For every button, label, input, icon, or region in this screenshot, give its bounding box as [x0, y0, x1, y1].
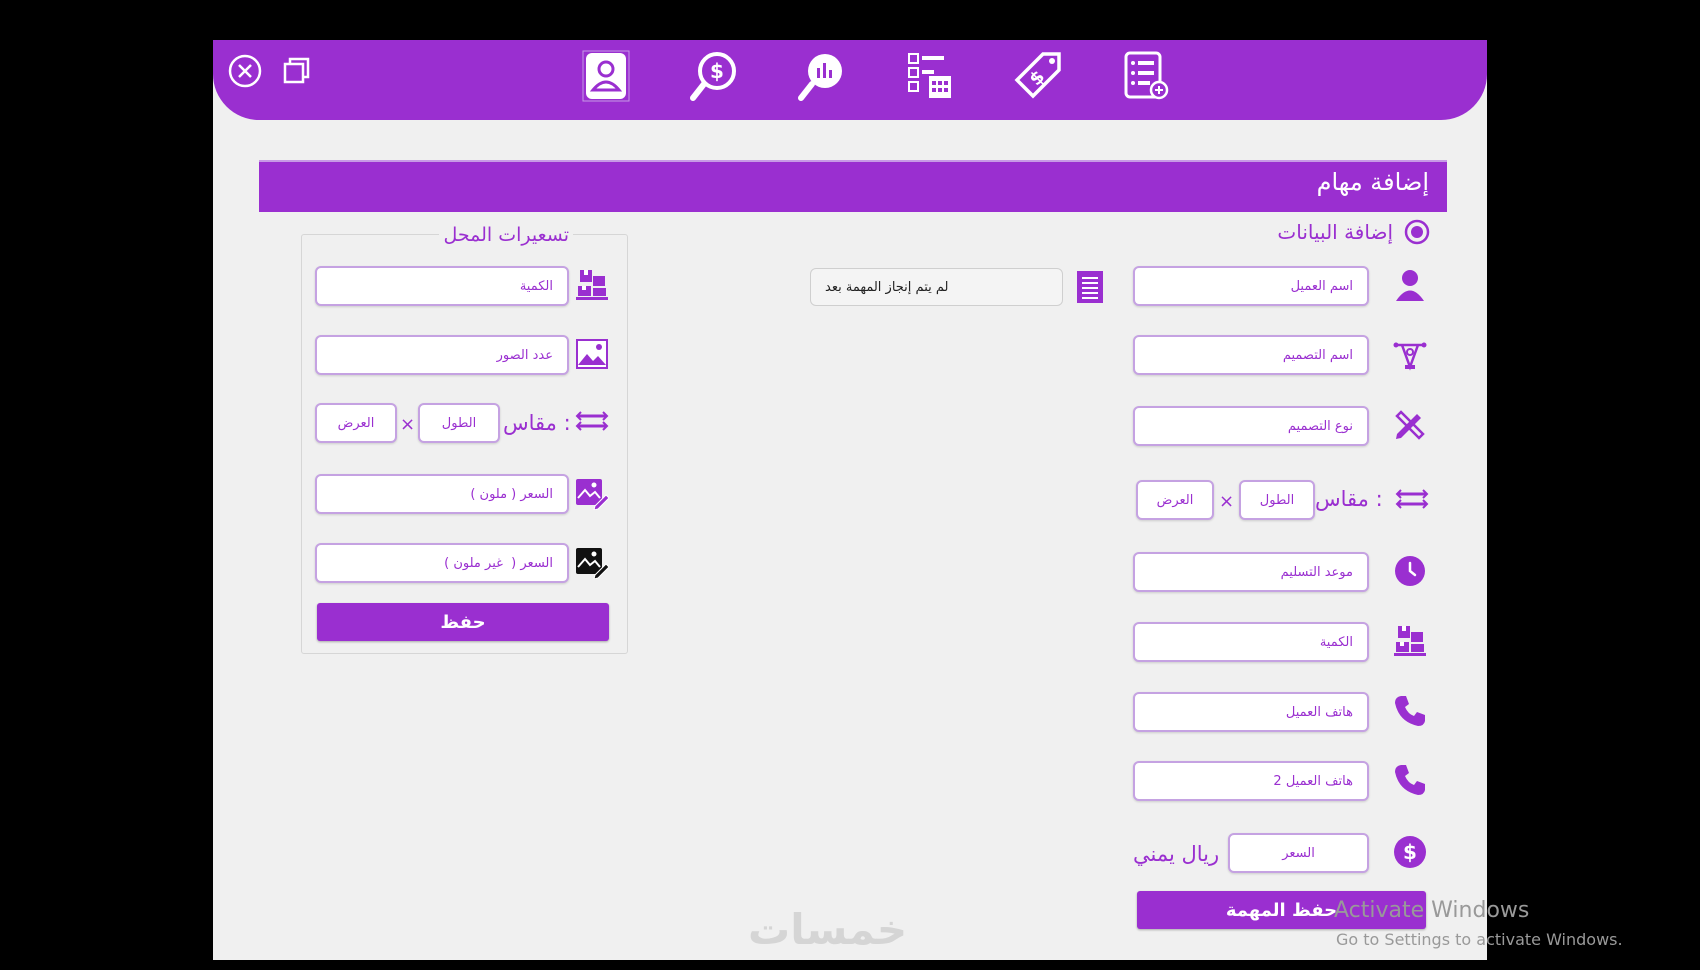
photo-count-input[interactable] — [315, 335, 569, 375]
price-tag-icon[interactable]: $ — [1011, 48, 1065, 104]
header-banner: إضافة مهام — [259, 160, 1447, 212]
client-phone-input[interactable] — [1133, 692, 1369, 732]
clock-icon — [1393, 554, 1427, 588]
times-sign: × — [400, 414, 416, 435]
image-edit-bw-icon — [575, 545, 609, 579]
price-nocolor-input[interactable] — [315, 543, 569, 583]
close-icon[interactable] — [225, 51, 265, 91]
length-input[interactable] — [1239, 480, 1315, 520]
task-list-icon[interactable] — [1119, 48, 1173, 104]
top-navigation-bar: $ $ — [213, 40, 1487, 120]
size-label: مقاس : — [1315, 487, 1383, 511]
shop-size-label: مقاس : — [503, 411, 571, 435]
shop-quantity-input[interactable] — [315, 266, 569, 306]
svg-text:$: $ — [1403, 840, 1417, 864]
width-input[interactable] — [1136, 480, 1214, 520]
price-color-input[interactable] — [315, 474, 569, 514]
phone-icon — [1393, 763, 1427, 797]
task-status-field: لم يتم إنجاز المهمة بعد — [810, 268, 1063, 306]
client-phone2-input[interactable] — [1133, 761, 1369, 801]
shop-save-button[interactable]: حفظ — [317, 603, 609, 641]
shop-pricing-title: تسعيرات المحل — [439, 224, 573, 246]
add-data-title: إضافة البيانات — [1277, 220, 1393, 244]
activate-windows-title: Activate Windows — [1334, 898, 1530, 923]
times-sign: × — [1219, 491, 1235, 512]
radio-selected-icon — [1403, 218, 1431, 246]
client-name-input[interactable] — [1133, 266, 1369, 306]
phone-icon — [1393, 694, 1427, 728]
resize-arrows-icon — [575, 404, 609, 438]
quantity-input[interactable] — [1133, 622, 1369, 662]
watermark-brand: خمسات — [748, 905, 908, 954]
delivery-date-input[interactable] — [1133, 552, 1369, 592]
design-name-input[interactable] — [1133, 335, 1369, 375]
search-money-icon[interactable]: $ — [687, 48, 741, 104]
user-profile-icon[interactable] — [579, 48, 633, 104]
checklist-calendar-icon[interactable] — [903, 48, 957, 104]
design-type-input[interactable] — [1133, 406, 1369, 446]
boxes-icon — [1393, 624, 1427, 658]
image-icon — [575, 337, 609, 371]
dollar-coin-icon: $ — [1393, 835, 1427, 869]
user-icon — [1393, 268, 1427, 302]
boxes-icon — [575, 268, 609, 302]
restore-icon[interactable] — [277, 51, 317, 91]
shop-width-input[interactable] — [315, 403, 397, 443]
pen-nib-icon — [1393, 337, 1427, 371]
image-edit-color-icon — [575, 476, 609, 510]
price-input[interactable] — [1228, 833, 1369, 873]
currency-label: ريال يمني — [1133, 842, 1220, 866]
activate-windows-subtitle: Go to Settings to activate Windows. — [1336, 930, 1623, 949]
app-window: $ $ إضافة مهام إضافة البيانات اسم العميل… — [213, 40, 1487, 960]
document-list-icon — [1073, 270, 1107, 304]
search-chart-icon[interactable] — [795, 48, 849, 104]
shop-length-input[interactable] — [418, 403, 500, 443]
svg-text:$: $ — [710, 59, 724, 83]
pencil-ruler-icon — [1393, 408, 1427, 442]
resize-arrows-icon — [1395, 482, 1429, 516]
page-title: إضافة مهام — [1316, 168, 1429, 196]
